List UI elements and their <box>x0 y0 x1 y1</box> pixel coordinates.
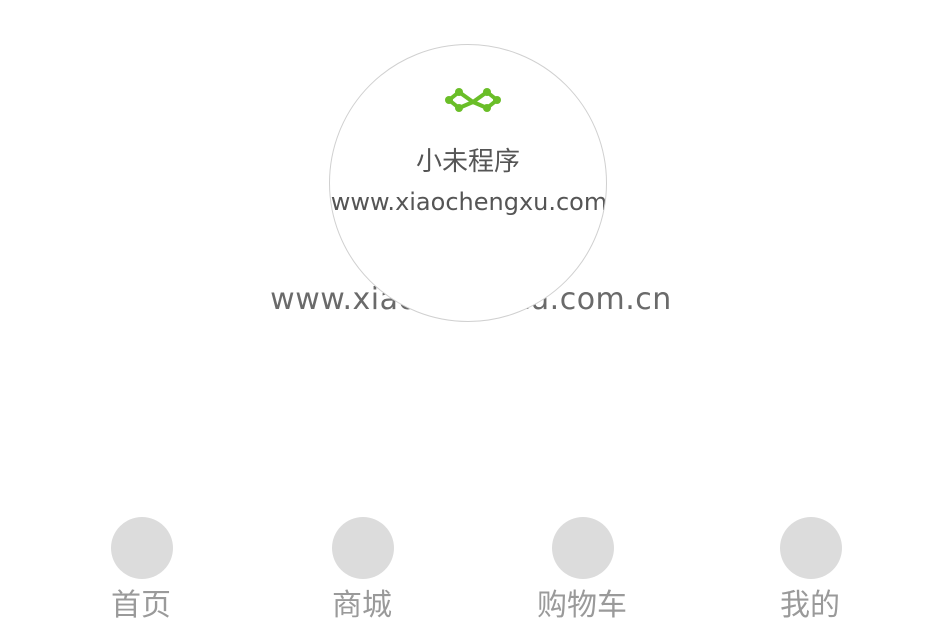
tab-label: 首页 <box>111 588 171 623</box>
shop-icon <box>332 517 394 579</box>
brand-name: 小未程序 <box>415 147 520 177</box>
home-icon <box>111 517 173 579</box>
tab-shop[interactable]: 商城 <box>292 515 432 629</box>
bottom-tab-bar: 首页 商城 购物车 我的 <box>0 515 942 629</box>
tab-label: 我的 <box>780 588 840 623</box>
page: www.xiaochengxu.com.cn 小未程序 <box>0 0 942 629</box>
tab-home[interactable]: 首页 <box>71 515 211 629</box>
tab-label: 商城 <box>332 588 392 623</box>
brand-url: www.xiaochengxu.com <box>330 188 607 216</box>
tab-profile[interactable]: 我的 <box>740 515 880 629</box>
tab-cart[interactable]: 购物车 <box>512 515 652 629</box>
tab-label: 购物车 <box>537 588 627 623</box>
profile-icon <box>780 517 842 579</box>
brand-circle: 小未程序 www.xiaochengxu.com <box>329 44 607 322</box>
cart-icon <box>552 517 614 579</box>
molecule-logo-icon <box>445 88 501 112</box>
